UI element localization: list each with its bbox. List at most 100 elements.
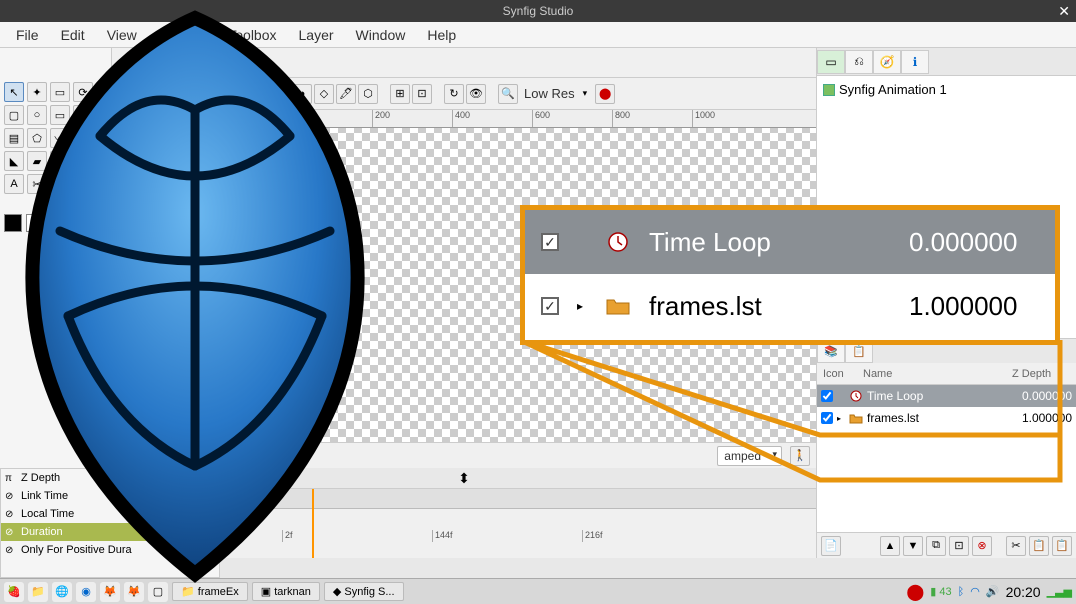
clock[interactable]: 20:20 — [1006, 584, 1041, 600]
taskbar-item[interactable]: ◆ Synfig S... — [324, 582, 404, 601]
mirror-tool[interactable]: ▢ — [4, 105, 24, 125]
param-row[interactable]: ⊘ Local Time 0f — [1, 505, 219, 523]
close-icon[interactable]: ✕ — [1058, 3, 1070, 20]
snap-icon[interactable]: ⊡ — [412, 84, 432, 104]
menu-layer[interactable]: Layer — [289, 25, 344, 45]
callout-layer-z: 1.000000 — [909, 291, 1039, 322]
brush-tool[interactable]: 🖌 — [50, 174, 70, 194]
volume-icon[interactable]: 🔊 — [986, 585, 1000, 598]
grid-icon[interactable]: ⊞ — [390, 84, 410, 104]
resolution-label[interactable]: Low Res — [524, 86, 575, 101]
paste-icon[interactable]: 📋 — [1052, 536, 1072, 556]
copy-icon[interactable]: 📋 — [1029, 536, 1049, 556]
callout-layer-z: 0.000000 — [909, 227, 1039, 258]
tree-root[interactable]: Synfig Animation 1 — [823, 82, 1070, 97]
person-icon[interactable]: 🚶 — [790, 446, 810, 466]
show-icon[interactable]: 👁 — [466, 84, 486, 104]
rotate-tool[interactable]: ⟳ — [73, 82, 93, 102]
cutout-tool[interactable]: ✂ — [27, 174, 47, 194]
chromium-icon[interactable]: ◉ — [76, 582, 96, 602]
param-row[interactable]: ⊘ Link Time — [1, 487, 219, 505]
eyedrop-tool[interactable]: ✑ — [50, 151, 70, 171]
expand-icon[interactable]: ▸ — [837, 414, 845, 423]
polygon-tool[interactable]: ⬠ — [27, 128, 47, 148]
navigator-tab-icon[interactable]: 🧭 — [873, 50, 901, 74]
width-tool[interactable]: ◣ — [4, 151, 24, 171]
playhead[interactable] — [312, 489, 314, 558]
menu-view[interactable]: View — [97, 25, 147, 45]
zoom-tool[interactable]: 🔍 — [73, 174, 93, 194]
gimp-icon[interactable]: 🦊 — [124, 582, 144, 602]
bluetooth-icon[interactable]: ᛒ — [958, 586, 965, 598]
zoom-icon[interactable]: 🔍 — [498, 84, 518, 104]
outline-color[interactable] — [4, 214, 22, 232]
redo-button[interactable]: ↷ — [162, 84, 182, 104]
star-tool[interactable]: ☆ — [73, 105, 93, 125]
onion-past-icon[interactable]: ◐ — [270, 84, 290, 104]
menu-edit[interactable]: Edit — [51, 25, 95, 45]
raise-icon[interactable]: ▲ — [880, 536, 900, 556]
feather-icon[interactable]: 🖊 — [336, 84, 356, 104]
fill-color[interactable] — [26, 214, 44, 232]
browser-icon[interactable]: 🌐 — [52, 582, 72, 602]
onion-future-icon[interactable]: ◑ — [292, 84, 312, 104]
render-button[interactable]: 🎬 — [194, 84, 214, 104]
transform-tool[interactable]: ↖ — [4, 82, 24, 102]
undo-button[interactable]: ↶ — [140, 84, 160, 104]
interpolation-dropdown[interactable]: amped — [717, 446, 782, 466]
gradient-tool[interactable]: ▤ — [4, 128, 24, 148]
raspberry-menu-icon[interactable]: 🍓 — [4, 582, 24, 602]
rectangle-tool[interactable]: ▭ — [50, 105, 70, 125]
param-icon: ⊘ — [5, 509, 17, 520]
dropdown-arrow-icon[interactable]: ▾ — [583, 88, 588, 99]
sketch-tool[interactable]: ◆ — [73, 151, 93, 171]
menu-canvas[interactable]: Canvas — [149, 25, 216, 45]
spline-tool[interactable]: 〰 — [50, 128, 70, 148]
firefox-icon[interactable]: 🦊 — [100, 582, 120, 602]
layer-visible-checkbox[interactable] — [821, 390, 833, 402]
menu-toolbox[interactable]: Toolbox — [218, 25, 286, 45]
record-icon[interactable]: ⬤ — [906, 582, 924, 602]
wifi-icon[interactable]: ◠ — [970, 585, 980, 598]
delete-icon[interactable]: ⊗ — [972, 536, 992, 556]
param-row[interactable]: ⊘ Duration 40f — [1, 523, 219, 541]
layers-header: Icon Name Z Depth — [817, 363, 1076, 385]
smooth-move-tool[interactable]: ✦ — [27, 82, 47, 102]
draw-tool[interactable]: ✎ — [73, 128, 93, 148]
circle-tool[interactable]: ○ — [27, 105, 47, 125]
layer-visible-checkbox[interactable] — [821, 412, 833, 424]
refresh-icon[interactable]: ↻ — [444, 84, 464, 104]
filemanager-icon[interactable]: 📁 — [28, 582, 48, 602]
menu-help[interactable]: Help — [417, 25, 466, 45]
taskbar-item[interactable]: 📁 frameEx — [172, 582, 248, 601]
onion-button[interactable]: ◉ — [248, 84, 268, 104]
layer-row[interactable]: ▸ frames.lst 1.000000 — [817, 407, 1076, 429]
info-tab-icon[interactable]: ℹ — [901, 50, 929, 74]
lower-icon[interactable]: ▼ — [903, 536, 923, 556]
new-layer-icon[interactable]: 📄 — [821, 536, 841, 556]
group-icon[interactable]: ⊡ — [949, 536, 969, 556]
history-tab-icon[interactable]: ⎌ — [845, 50, 873, 74]
save-button[interactable]: 💾 — [118, 84, 138, 104]
text-tool[interactable]: A — [4, 174, 24, 194]
param-icon: π — [5, 473, 17, 484]
folder-icon — [605, 295, 631, 317]
layer-row[interactable]: Time Loop 0.000000 — [817, 385, 1076, 407]
resize-vert-icon[interactable]: ⬍ — [458, 470, 470, 487]
scale-tool[interactable]: ▭ — [50, 82, 70, 102]
menu-file[interactable]: File — [6, 25, 49, 45]
param-row[interactable]: π Z Depth — [1, 469, 219, 487]
preview-button[interactable]: ▶ — [216, 84, 236, 104]
menu-window[interactable]: Window — [346, 25, 416, 45]
terminal-icon[interactable]: ▢ — [148, 582, 168, 602]
cut-icon[interactable]: ✂ — [1006, 536, 1026, 556]
file-tab[interactable]: *walkT... — [118, 51, 188, 75]
stop-icon[interactable]: ⬤ — [595, 84, 615, 104]
duplicate-icon[interactable]: ⧉ — [926, 536, 946, 556]
taskbar-item[interactable]: ▣ tarknan — [252, 582, 320, 601]
param-row[interactable]: ⊘ Only For Positive Dura — [1, 541, 219, 559]
fill-tool[interactable]: ▰ — [27, 151, 47, 171]
keyframe-icon[interactable]: ◇ — [314, 84, 334, 104]
canvases-tab-icon[interactable]: ▭ — [817, 50, 845, 74]
duck-icon[interactable]: ⬡ — [358, 84, 378, 104]
